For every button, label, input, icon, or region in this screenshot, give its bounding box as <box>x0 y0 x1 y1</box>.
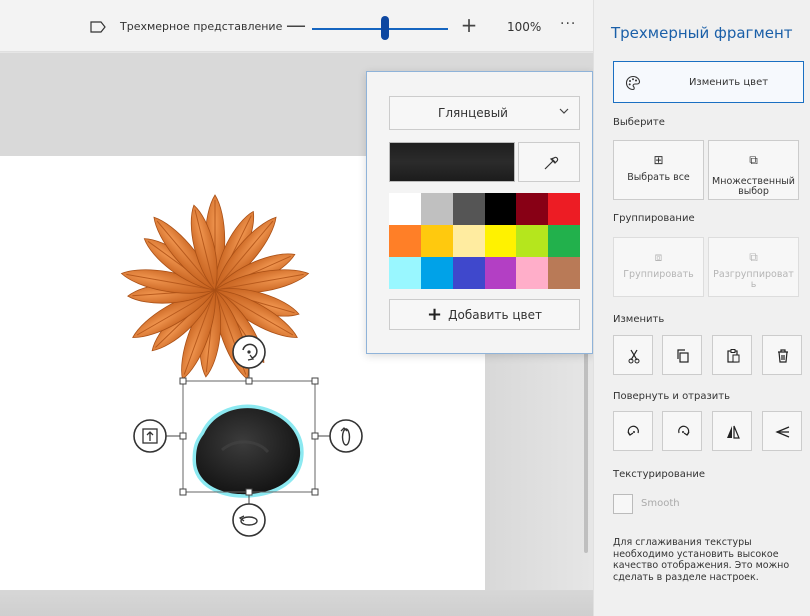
flip-horizontal-icon <box>727 425 740 439</box>
ungroup-button[interactable]: ⧉ Разгруппироват ь <box>708 237 799 297</box>
zoom-in-button[interactable]: + <box>457 13 481 37</box>
view-3d-label[interactable]: Трехмерное представление <box>120 20 282 33</box>
chevron-down-icon <box>559 108 569 114</box>
multi-select-label: Множественный выбор <box>712 176 795 197</box>
cut-button[interactable] <box>613 335 653 375</box>
copy-icon <box>677 349 689 363</box>
smooth-help-text: Для сглаживания текстуры необходимо уста… <box>613 537 790 583</box>
paste-icon <box>727 349 740 363</box>
rotate-left-icon <box>627 425 639 436</box>
color-swatch[interactable] <box>548 257 580 289</box>
group-icon: ⧈ <box>654 250 663 264</box>
flip-horizontal-button[interactable] <box>712 411 752 451</box>
ungroup-icon: ⧉ <box>749 250 758 264</box>
multi-select-icon: ⧉ <box>749 153 758 167</box>
color-swatch[interactable] <box>516 225 549 257</box>
eyedropper-button[interactable] <box>518 142 580 182</box>
color-swatches <box>389 193 580 289</box>
material-dropdown[interactable]: Глянцевый <box>389 96 580 130</box>
color-swatch[interactable] <box>516 193 549 225</box>
group-label: Группировать <box>623 269 694 280</box>
change-color-button[interactable]: Изменить цвет <box>613 61 804 103</box>
zoom-out-button[interactable]: — <box>284 13 308 37</box>
workspace-background-bottom <box>0 590 593 616</box>
rotate-right-icon <box>678 425 690 436</box>
color-swatch[interactable] <box>452 225 485 257</box>
zoom-level: 100% <box>507 20 542 34</box>
current-color-preview[interactable] <box>389 142 515 182</box>
color-swatch[interactable] <box>452 257 485 289</box>
zoom-slider[interactable] <box>312 28 448 30</box>
rotate-section-label: Повернуть и отразить <box>613 391 731 402</box>
rotate-right-button[interactable] <box>662 411 702 451</box>
side-panel: Трехмерный фрагмент Изменить цвет Выбери… <box>593 0 810 616</box>
delete-icon <box>778 349 788 363</box>
smooth-checkbox[interactable] <box>613 494 633 514</box>
color-swatch[interactable] <box>484 193 517 225</box>
paste-button[interactable] <box>712 335 752 375</box>
delete-button[interactable] <box>762 335 802 375</box>
color-swatch[interactable] <box>389 193 421 225</box>
panel-title: Трехмерный фрагмент <box>611 24 793 42</box>
color-swatch[interactable] <box>389 225 421 257</box>
color-swatch[interactable] <box>516 257 549 289</box>
color-swatch[interactable] <box>452 193 485 225</box>
rotate-y-icon[interactable] <box>232 503 266 537</box>
view-3d-icon[interactable] <box>90 21 106 33</box>
toolbar: Трехмерное представление — + 100% ··· <box>0 0 593 52</box>
flip-vertical-icon <box>775 426 790 438</box>
material-dropdown-value: Глянцевый <box>438 106 508 120</box>
rotate-left-button[interactable] <box>613 411 653 451</box>
add-color-button[interactable]: + Добавить цвет <box>389 299 580 330</box>
color-swatch[interactable] <box>420 193 453 225</box>
zoom-slider-thumb[interactable] <box>381 16 389 40</box>
flower-object[interactable] <box>120 194 311 383</box>
rotate-x-icon[interactable] <box>329 419 363 453</box>
color-swatch[interactable] <box>420 225 453 257</box>
color-picker-popup: Глянцевый + Добавить цвет <box>366 71 593 354</box>
rotate-z-icon[interactable] <box>232 335 266 369</box>
vertical-scrollbar[interactable] <box>584 343 588 553</box>
color-swatch[interactable] <box>420 257 453 289</box>
texture-section-label: Текстурирование <box>613 469 706 480</box>
change-color-label: Изменить цвет <box>688 77 769 88</box>
edit-section-label: Изменить <box>613 314 665 325</box>
group-button[interactable]: ⧈ Группировать <box>613 237 704 297</box>
copy-button[interactable] <box>662 335 702 375</box>
group-section-label: Группирование <box>613 213 695 224</box>
more-options-button[interactable]: ··· <box>560 16 576 32</box>
move-depth-icon[interactable] <box>133 419 167 453</box>
palette-icon <box>625 75 641 91</box>
add-color-label: Добавить цвет <box>448 307 542 322</box>
flip-vertical-button[interactable] <box>762 411 802 451</box>
stone-object[interactable] <box>192 404 304 498</box>
select-all-button[interactable]: ⊞ Выбрать все <box>613 140 704 200</box>
multi-select-button[interactable]: ⧉ Множественный выбор <box>708 140 799 200</box>
color-swatch[interactable] <box>484 225 517 257</box>
color-swatch[interactable] <box>548 193 580 225</box>
select-section-label: Выберите <box>613 117 665 128</box>
select-all-label: Выбрать все <box>627 172 690 183</box>
color-swatch[interactable] <box>548 225 580 257</box>
color-swatch[interactable] <box>389 257 421 289</box>
eyedropper-icon <box>544 156 559 170</box>
smooth-label: Smooth <box>641 498 680 509</box>
plus-icon: + <box>427 303 443 325</box>
cut-icon <box>628 349 640 364</box>
select-all-icon: ⊞ <box>653 153 664 167</box>
ungroup-label: Разгруппироват ь <box>713 269 794 290</box>
color-swatch[interactable] <box>484 257 517 289</box>
